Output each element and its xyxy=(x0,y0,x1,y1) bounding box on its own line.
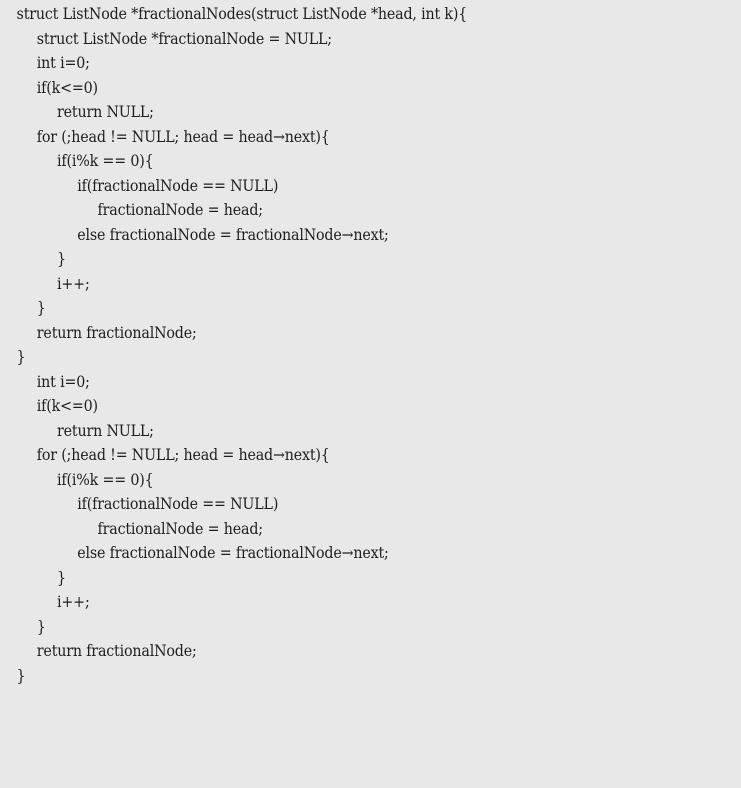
code-line: return NULL; xyxy=(57,103,154,121)
code-line: } xyxy=(16,348,26,366)
code-line: if(i%k == 0){ xyxy=(57,470,154,489)
code-line: int i=0; xyxy=(36,372,90,391)
code-line: return fractionalNode; xyxy=(36,323,197,342)
code-line: return fractionalNode; xyxy=(36,642,197,660)
code-line: if(fractionalNode == NULL) xyxy=(77,176,279,195)
code-line: } xyxy=(57,568,66,587)
code-line: if(k<=0) xyxy=(36,397,98,415)
code-line: } xyxy=(16,666,26,685)
code-line: } xyxy=(36,617,46,636)
code-line: } xyxy=(57,250,66,268)
code-line: i++; xyxy=(57,593,90,611)
code-line: for (;head != NULL; head = head→next){ xyxy=(36,127,330,146)
code-line: struct ListNode *fractionalNode = NULL; xyxy=(36,29,332,48)
code-listing: struct ListNode *fractionalNodes(struct … xyxy=(0,0,741,788)
code-line: struct ListNode *fractionalNodes(struct … xyxy=(16,5,468,23)
code-line: else fractionalNode = fractionalNode→nex… xyxy=(77,225,389,244)
code-line: fractionalNode = head; xyxy=(97,201,264,219)
code-line: int i=0; xyxy=(36,54,90,72)
code-line: } xyxy=(36,299,46,317)
code-line: fractionalNode = head; xyxy=(97,519,264,538)
code-line: else fractionalNode = fractionalNode→nex… xyxy=(77,544,389,562)
code-line: if(k<=0) xyxy=(36,78,98,97)
code-line: if(fractionalNode == NULL) xyxy=(77,495,279,513)
code-line: if(i%k == 0){ xyxy=(57,152,154,170)
code-line: return NULL; xyxy=(57,421,154,440)
code-line: for (;head != NULL; head = head→next){ xyxy=(36,446,330,464)
code-line: i++; xyxy=(57,274,90,293)
